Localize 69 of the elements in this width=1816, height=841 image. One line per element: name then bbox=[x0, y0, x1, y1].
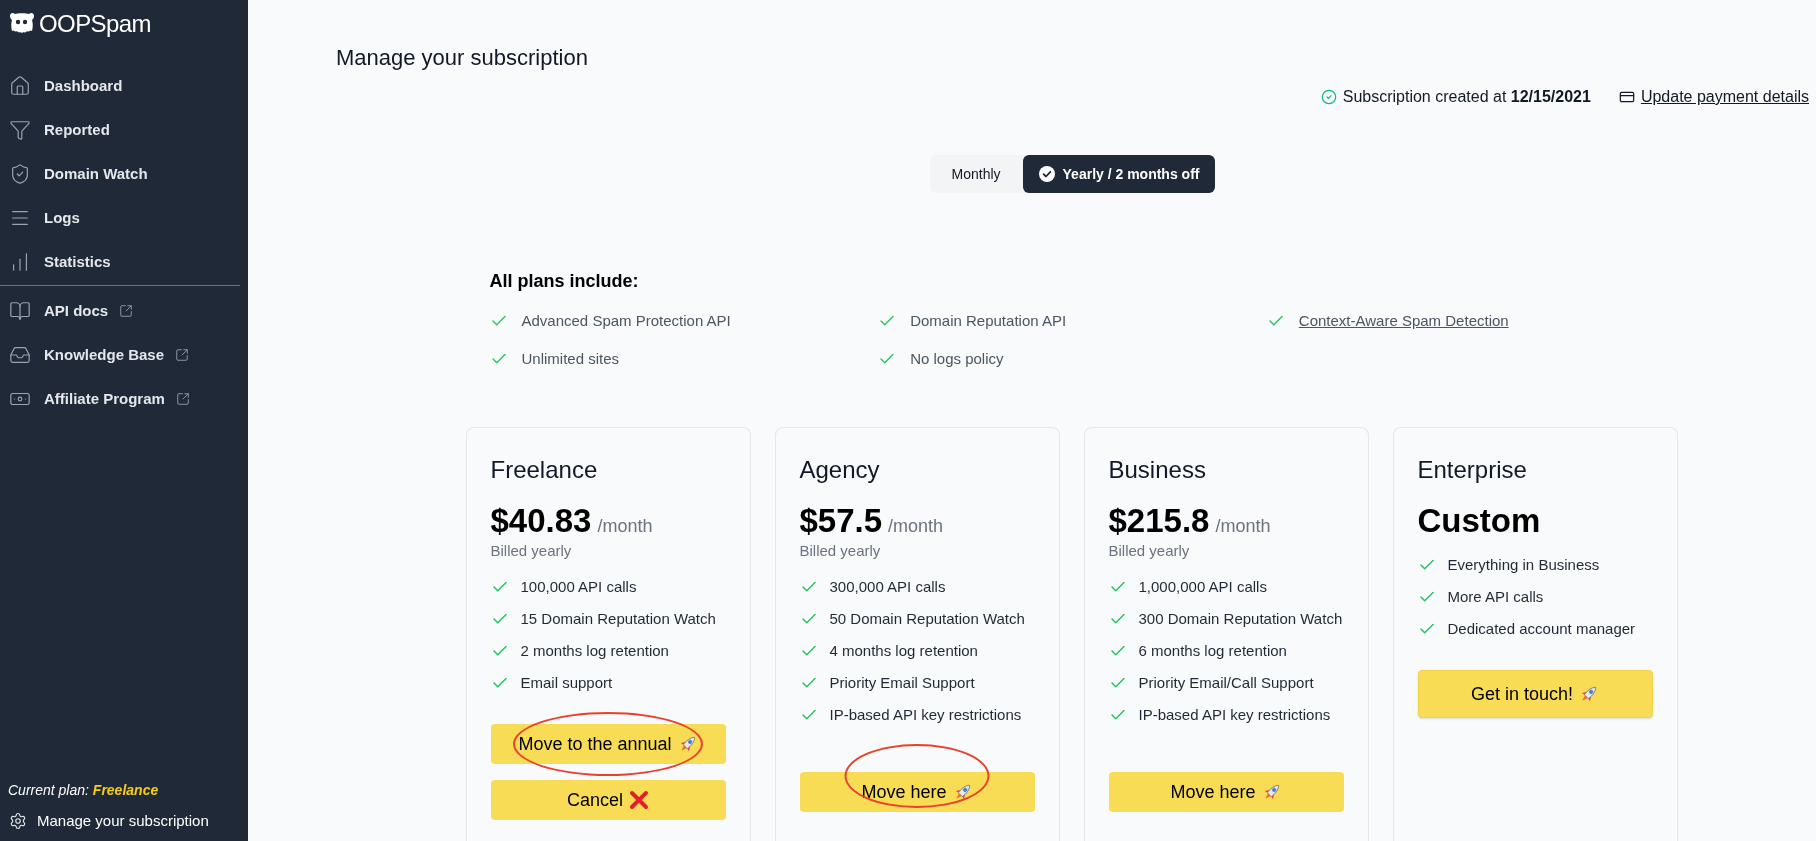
feature-text: 15 Domain Reputation Watch bbox=[520, 608, 716, 629]
plan-action-button[interactable]: Move to the annual bbox=[490, 724, 726, 764]
manage-subscription-link[interactable]: Manage your subscription bbox=[0, 805, 218, 837]
shield-check-icon bbox=[9, 163, 31, 185]
feature-text: 6 months log retention bbox=[1138, 640, 1287, 661]
plan-price: $40.83 bbox=[490, 503, 592, 539]
feature-text: No logs policy bbox=[910, 348, 1004, 369]
home-icon bbox=[9, 75, 31, 97]
feature-text: 300,000 API calls bbox=[829, 576, 946, 597]
billing-note: Billed yearly bbox=[1108, 541, 1190, 561]
plan-action-button[interactable]: Move here bbox=[799, 772, 1035, 812]
nav-item[interactable]: Domain Watch bbox=[0, 152, 248, 196]
feature-text: 4 months log retention bbox=[829, 640, 978, 661]
plan-name: Agency bbox=[799, 455, 880, 485]
nav-item[interactable]: Dashboard bbox=[0, 64, 248, 108]
feature-text: Everything in Business bbox=[1447, 554, 1600, 575]
price-period: /month bbox=[1215, 515, 1271, 538]
plan-price: Custom bbox=[1417, 503, 1541, 539]
nav-link[interactable]: API docs bbox=[0, 289, 248, 333]
plan-action-button[interactable]: Move here bbox=[1108, 772, 1344, 812]
plan-name: Enterprise bbox=[1417, 455, 1527, 485]
plan-action-button[interactable]: Get in touch! bbox=[1417, 670, 1653, 718]
nav-item[interactable]: Reported bbox=[0, 108, 248, 152]
check-circle-icon bbox=[1038, 166, 1055, 182]
feature-text: More API calls bbox=[1447, 586, 1544, 607]
page-title: Manage your subscription bbox=[336, 45, 588, 71]
feature-text: 50 Domain Reputation Watch bbox=[829, 608, 1025, 629]
billing-tab[interactable]: Monthly bbox=[929, 155, 1023, 193]
plan-name: Freelance bbox=[490, 455, 598, 485]
current-plan-label: Current plan: Freelance bbox=[7, 781, 160, 800]
billing-note: Billed yearly bbox=[490, 541, 572, 561]
credit-card-icon bbox=[1618, 89, 1635, 105]
feature-text: Advanced Spam Protection API bbox=[521, 310, 731, 331]
feature-text: Email support bbox=[520, 672, 613, 693]
plan-action-button[interactable]: Cancel bbox=[490, 780, 726, 820]
feature-text: Domain Reputation API bbox=[910, 310, 1067, 331]
check-circle-icon bbox=[1320, 89, 1337, 105]
subscription-date-text: Subscription created at 12/15/2021 bbox=[1342, 87, 1591, 107]
price-period: /month bbox=[888, 515, 944, 538]
plan-price: $215.8 bbox=[1108, 503, 1210, 539]
settings-icon bbox=[9, 812, 27, 830]
nav-link[interactable]: Knowledge Base bbox=[0, 333, 248, 377]
logo-icon bbox=[8, 12, 36, 36]
plan-price: $57.5 bbox=[799, 503, 883, 539]
feature-text: IP-based API key restrictions bbox=[1138, 704, 1331, 725]
nav-item[interactable]: Logs bbox=[0, 196, 248, 240]
feature-text: 1,000,000 API calls bbox=[1138, 576, 1267, 597]
feature-text: 2 months log retention bbox=[520, 640, 669, 661]
feature-text: IP-based API key restrictions bbox=[829, 704, 1022, 725]
feature-text: Unlimited sites bbox=[521, 348, 620, 369]
book-icon bbox=[9, 300, 31, 322]
feature-text: Dedicated account manager bbox=[1447, 618, 1636, 639]
funnel-icon bbox=[9, 119, 31, 141]
billing-tab[interactable]: Yearly / 2 months off bbox=[1022, 155, 1216, 193]
section-heading: All plans include: bbox=[488, 270, 640, 293]
cross-icon bbox=[629, 790, 649, 810]
price-period: /month bbox=[597, 515, 653, 538]
update-payment-link[interactable]: Update payment details bbox=[1640, 85, 1809, 109]
feature-text: Priority Email/Call Support bbox=[1138, 672, 1314, 693]
feature-text: 300 Domain Reputation Watch bbox=[1138, 608, 1343, 629]
feature-text: 100,000 API calls bbox=[520, 576, 637, 597]
nav-link[interactable]: Affiliate Program bbox=[0, 377, 248, 421]
feature-link[interactable]: Context-Aware Spam Detection bbox=[1298, 309, 1509, 333]
plan-name: Business bbox=[1108, 455, 1206, 485]
billing-note: Billed yearly bbox=[799, 541, 881, 561]
nav-item[interactable]: Statistics bbox=[0, 240, 248, 284]
tray-icon bbox=[9, 344, 31, 366]
logo-text: OOPSpam bbox=[39, 10, 151, 38]
feature-text: Priority Email Support bbox=[829, 672, 975, 693]
